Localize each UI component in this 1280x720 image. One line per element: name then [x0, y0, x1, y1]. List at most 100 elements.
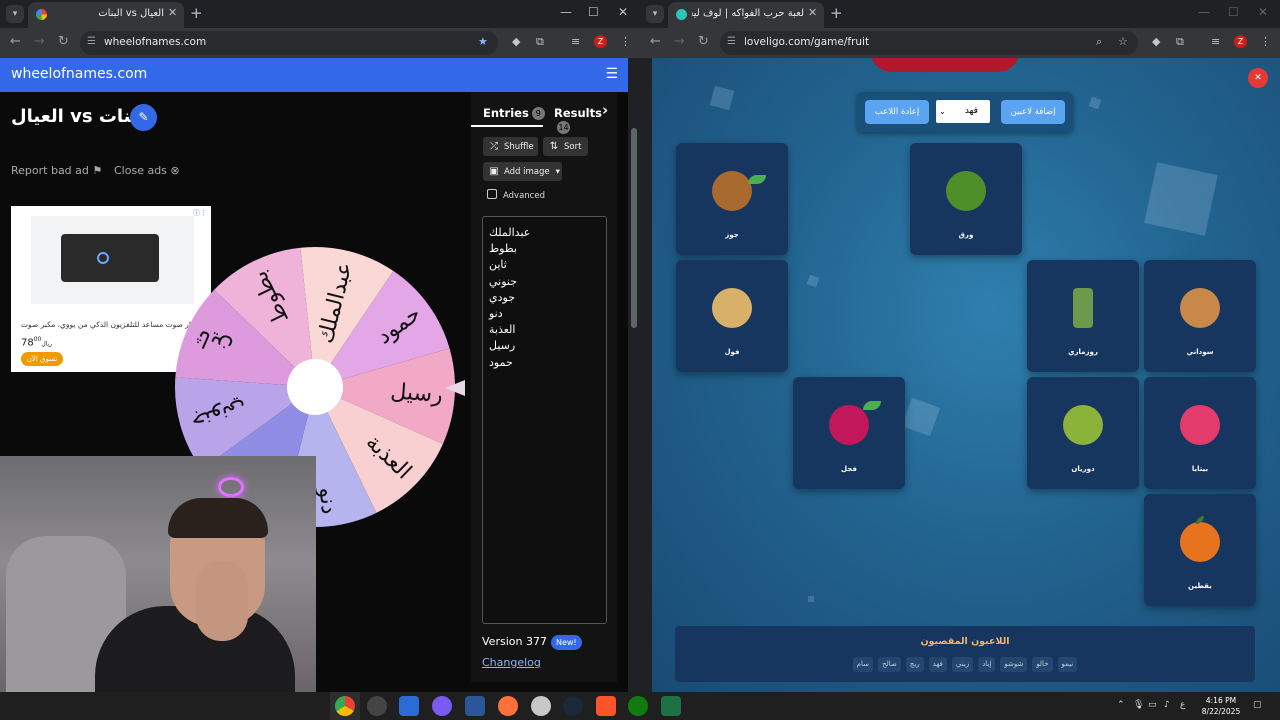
- fruit-card[interactable]: فجل: [793, 377, 905, 489]
- reset-player-button[interactable]: إعادة اللاعب: [865, 100, 929, 124]
- profile-avatar[interactable]: Z: [1234, 35, 1247, 48]
- forward-icon[interactable]: →: [674, 34, 685, 49]
- new-tab-button[interactable]: +: [190, 4, 203, 22]
- word-app-icon[interactable]: [465, 696, 485, 716]
- profile-avatar[interactable]: Z: [594, 35, 607, 48]
- fruit-card[interactable]: روزماري: [1027, 260, 1139, 372]
- edit-title-pencil-icon[interactable]: ✎: [130, 104, 157, 131]
- minimize-button[interactable]: —: [560, 5, 572, 19]
- firefox-app-icon[interactable]: [498, 696, 518, 716]
- tab-entries[interactable]: Entries 9: [483, 106, 545, 120]
- minimize-button[interactable]: —: [1198, 5, 1210, 19]
- discord-app-icon[interactable]: [432, 696, 452, 716]
- site-info-icon[interactable]: ☰: [727, 36, 736, 47]
- fruit-card[interactable]: ورق: [910, 143, 1022, 255]
- reload-icon[interactable]: ↻: [698, 34, 709, 49]
- close-window-button[interactable]: ✕: [1258, 5, 1268, 19]
- page-scrollbar[interactable]: [628, 58, 640, 692]
- maximize-button[interactable]: ☐: [1228, 5, 1239, 19]
- steam-app-icon[interactable]: [563, 696, 583, 716]
- report-bad-ad-link[interactable]: Report bad ad ⚑: [11, 164, 102, 177]
- bookmark-star-icon[interactable]: ☆: [1118, 35, 1128, 48]
- decor-square: [709, 85, 735, 111]
- volume-icon[interactable]: ♪: [1164, 700, 1170, 710]
- card-label: روزماري: [1068, 348, 1098, 356]
- fruit-card[interactable]: بيتايا: [1144, 377, 1256, 489]
- page-scrollbar[interactable]: [640, 58, 652, 692]
- bookmark-star-icon[interactable]: ★: [478, 35, 488, 48]
- tab-search-button[interactable]: ▾: [646, 5, 664, 23]
- tab-wheelofnames[interactable]: العيال vs البنات ✕: [28, 2, 184, 28]
- wheel-segment-label: رسيل: [390, 379, 444, 408]
- wheel-center[interactable]: [287, 359, 343, 415]
- fruit-card[interactable]: يقطين: [1144, 494, 1256, 606]
- language-indicator[interactable]: ع: [1180, 700, 1185, 710]
- microphone-icon[interactable]: 🎙: [1133, 700, 1144, 710]
- wheel-pointer: [445, 380, 465, 396]
- entries-textarea[interactable]: عبدالملك بطوط ثاين جنوني جودي دنو العذبة…: [482, 216, 607, 624]
- extension-diamond-icon[interactable]: ◆: [1152, 35, 1160, 48]
- close-ads-link[interactable]: Close ads ⊗: [114, 164, 180, 177]
- site-info-icon[interactable]: ☰: [87, 36, 96, 47]
- advanced-checkbox[interactable]: Advanced: [487, 189, 545, 201]
- excel-app-icon[interactable]: [661, 696, 681, 716]
- site-brand[interactable]: wheelofnames.com: [11, 66, 147, 82]
- ad-info-icon[interactable]: ⓘ⋮: [193, 208, 207, 218]
- media-control-icon[interactable]: ≡: [571, 35, 580, 48]
- menu-kebab-icon[interactable]: ⋮: [1260, 35, 1271, 48]
- chevron-right-icon[interactable]: ›: [602, 101, 608, 119]
- checkbox-box[interactable]: [487, 189, 497, 199]
- scrollbar-thumb[interactable]: [631, 128, 637, 328]
- new-tab-button[interactable]: +: [830, 4, 843, 22]
- hamburger-menu-icon[interactable]: ☰: [605, 66, 618, 82]
- eliminated-player-chip: إياد: [978, 657, 996, 672]
- eliminated-player-chip: خالو: [1032, 657, 1053, 672]
- brave-app-icon[interactable]: [596, 696, 616, 716]
- card-label: بيتايا: [1191, 465, 1209, 473]
- eliminated-player-chip: نيمو: [1057, 657, 1078, 672]
- fruit-card[interactable]: دوريان: [1027, 377, 1139, 489]
- ad-cta-button[interactable]: تسوق الآن: [21, 352, 63, 366]
- tab-loveligo[interactable]: لعبة حرب الفواكه | لوف ليجو يوم ✕: [668, 2, 824, 28]
- system-clock[interactable]: 4:16 PM 8/22/2025: [1196, 695, 1246, 717]
- extensions-puzzle-icon[interactable]: ⧉: [1176, 35, 1184, 49]
- decor-square: [808, 596, 814, 602]
- extension-diamond-icon[interactable]: ◆: [512, 35, 520, 48]
- back-icon[interactable]: ←: [650, 34, 661, 49]
- extensions-puzzle-icon[interactable]: ⧉: [536, 35, 544, 49]
- close-icon[interactable]: ✕: [808, 6, 817, 19]
- address-bar[interactable]: ☰ wheelofnames.com ★: [80, 31, 498, 55]
- reload-icon[interactable]: ↻: [58, 34, 69, 49]
- add-image-button[interactable]: ▣ Add image ▾: [483, 162, 562, 181]
- obs-app-icon[interactable]: [367, 696, 387, 716]
- changelog-link[interactable]: Changelog: [482, 656, 541, 669]
- network-icon[interactable]: ▭: [1148, 700, 1157, 710]
- rosemary-image: [1073, 288, 1093, 328]
- close-window-button[interactable]: ✕: [618, 5, 628, 19]
- fruit-card[interactable]: سوداني: [1144, 260, 1256, 372]
- chrome-app-icon[interactable]: [335, 696, 355, 716]
- zoom-icon[interactable]: ⌕: [1096, 35, 1102, 49]
- add-players-button[interactable]: إضافة لاعبين: [1001, 100, 1065, 124]
- fruit-card[interactable]: فول: [676, 260, 788, 372]
- menu-kebab-icon[interactable]: ⋮: [620, 35, 631, 48]
- store-app-icon[interactable]: [399, 696, 419, 716]
- clock-time: 4:16 PM: [1205, 696, 1237, 705]
- close-icon[interactable]: ✕: [168, 6, 177, 19]
- app-icon[interactable]: [531, 696, 551, 716]
- close-game-button[interactable]: ✕: [1248, 68, 1268, 88]
- notifications-icon[interactable]: ▢: [1253, 700, 1262, 710]
- tab-search-button[interactable]: ▾: [6, 5, 24, 23]
- card-label: فجل: [841, 465, 857, 473]
- tray-expand-icon[interactable]: ⌃: [1117, 700, 1125, 710]
- xbox-app-icon[interactable]: [628, 696, 648, 716]
- sort-button[interactable]: ⇅ Sort: [543, 137, 588, 156]
- maximize-button[interactable]: ☐: [588, 5, 599, 19]
- fruit-card[interactable]: جوز: [676, 143, 788, 255]
- address-bar[interactable]: ☰ loveligo.com/game/fruit ⌕ ☆: [720, 31, 1138, 55]
- back-icon[interactable]: ←: [10, 34, 21, 49]
- shuffle-button[interactable]: ⤮ Shuffle: [483, 137, 538, 156]
- player-select[interactable]: ⌄ فهد: [934, 98, 992, 125]
- media-control-icon[interactable]: ≡: [1211, 35, 1220, 48]
- forward-icon[interactable]: →: [34, 34, 45, 49]
